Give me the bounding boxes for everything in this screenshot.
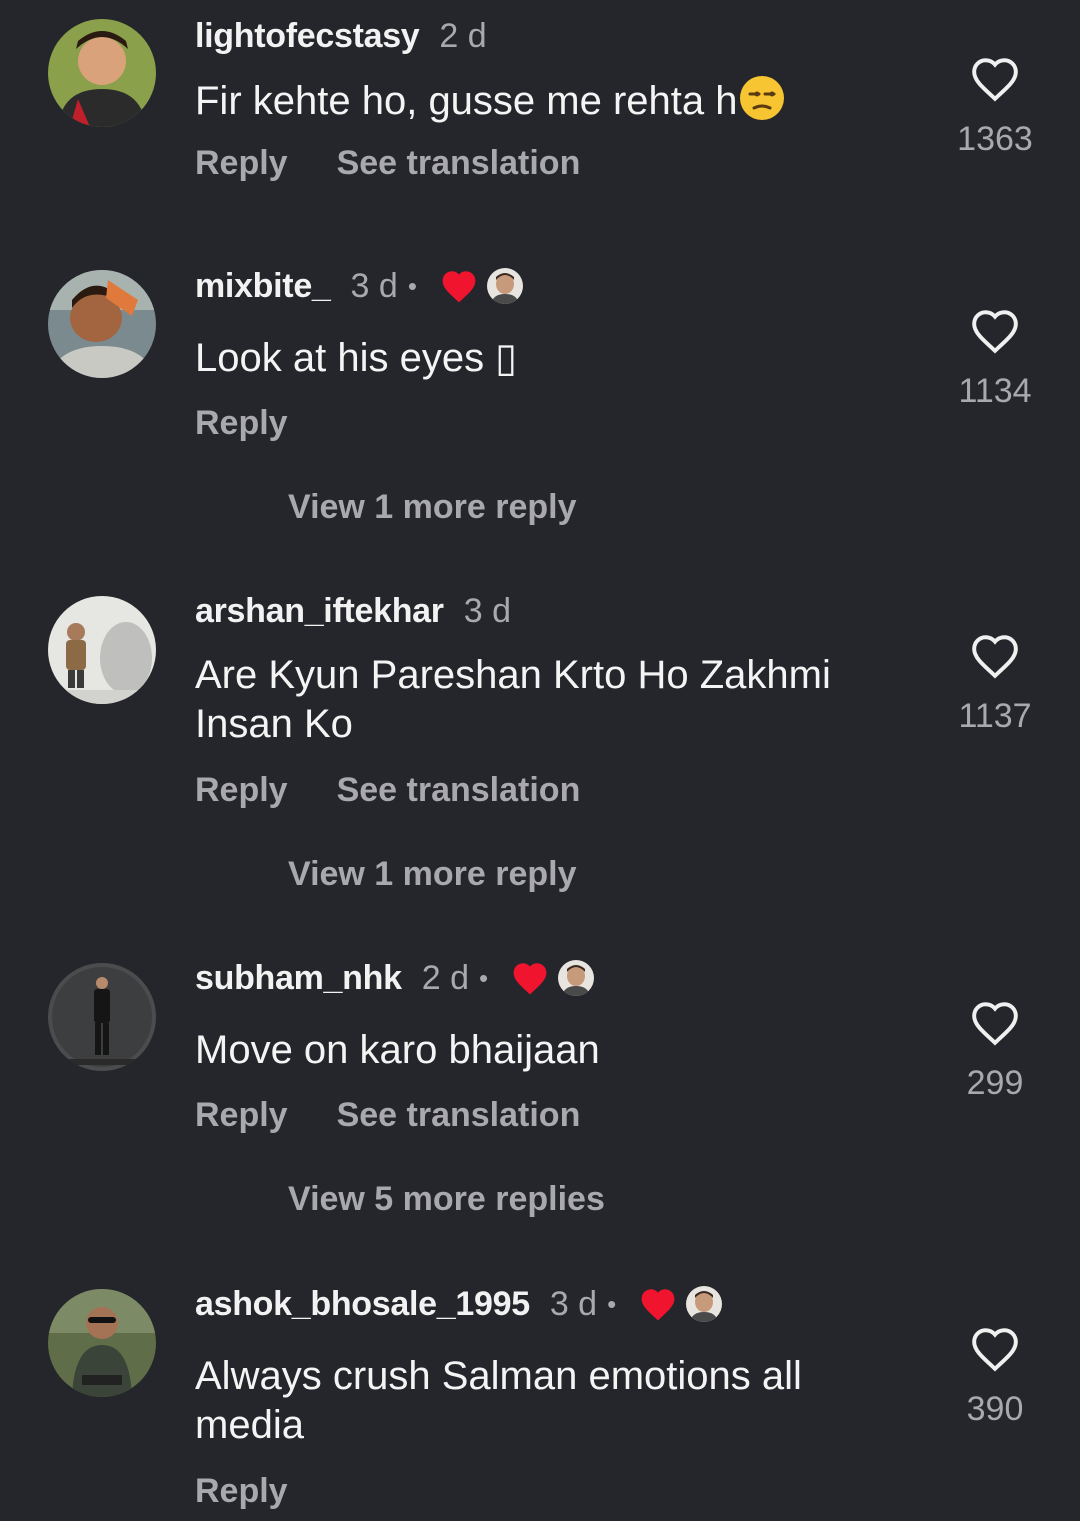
- like-control: 1363: [954, 56, 1036, 159]
- username[interactable]: ashok_bhosale_1995: [195, 1285, 530, 1324]
- like-control: 299: [954, 1000, 1036, 1103]
- like-control: 1134: [954, 308, 1036, 411]
- comment-header: mixbite_ 3 d •: [195, 266, 523, 306]
- comment-text: Always crush Salman emotions all media: [195, 1354, 802, 1447]
- unamused-face-emoji: [738, 74, 786, 122]
- reply-button[interactable]: Reply: [195, 404, 288, 443]
- heart-outline-icon[interactable]: [970, 1326, 1020, 1372]
- like-count: 1363: [957, 120, 1033, 158]
- username[interactable]: mixbite_: [195, 267, 331, 306]
- comment-actions: Reply: [195, 1472, 288, 1511]
- comment-actions: Reply See translation: [195, 771, 580, 810]
- like-count: 390: [966, 1390, 1024, 1428]
- heart-outline-icon[interactable]: [970, 1000, 1020, 1046]
- like-count: 1134: [958, 372, 1032, 410]
- avatar[interactable]: [48, 19, 156, 127]
- like-count: 1137: [958, 697, 1032, 735]
- reply-button[interactable]: Reply: [195, 1472, 288, 1511]
- comment-actions: Reply See translation: [195, 144, 580, 183]
- avatar[interactable]: [48, 963, 156, 1071]
- see-translation-button[interactable]: See translation: [337, 1096, 581, 1135]
- creator-avatar: [686, 1286, 723, 1322]
- red-heart-icon: [638, 1286, 678, 1322]
- view-more-replies-button[interactable]: View 1 more reply: [288, 855, 577, 894]
- comment-text: Look at his eyes ▯: [195, 336, 518, 380]
- comment-text: Move on karo bhaijaan: [195, 1028, 600, 1072]
- timestamp: 3 d: [350, 266, 398, 305]
- heart-outline-icon[interactable]: [970, 56, 1020, 102]
- view-more-replies-button[interactable]: View 5 more replies: [288, 1180, 605, 1219]
- heart-outline-icon[interactable]: [970, 308, 1020, 354]
- comment-actions: Reply See translation: [195, 1096, 580, 1135]
- avatar[interactable]: [48, 596, 156, 704]
- separator-dot: •: [607, 1288, 617, 1319]
- creator-avatar: [558, 960, 595, 996]
- like-control: 390: [954, 1326, 1036, 1429]
- like-control: 1137: [954, 633, 1036, 736]
- timestamp: 2 d: [439, 16, 487, 55]
- username[interactable]: lightofecstasy: [195, 17, 420, 56]
- separator-dot: •: [407, 270, 417, 301]
- heart-outline-icon[interactable]: [970, 633, 1020, 679]
- comment-header: ashok_bhosale_1995 3 d •: [195, 1284, 723, 1324]
- avatar[interactable]: [48, 270, 156, 378]
- comment-actions: Reply: [195, 404, 288, 443]
- username[interactable]: arshan_iftekhar: [195, 592, 444, 631]
- creator-avatar: [486, 268, 523, 304]
- reply-button[interactable]: Reply: [195, 771, 288, 810]
- comment-header: lightofecstasy 2 d: [195, 16, 487, 56]
- reply-button[interactable]: Reply: [195, 1096, 288, 1135]
- username[interactable]: subham_nhk: [195, 959, 402, 998]
- timestamp: 3 d: [463, 591, 511, 630]
- comment-text: Are Kyun Pareshan Krto Ho Zakhmi Insan K…: [195, 653, 831, 746]
- see-translation-button[interactable]: See translation: [337, 144, 581, 183]
- comment-text: Fir kehte ho, gusse me rehta h: [195, 74, 895, 126]
- reply-button[interactable]: Reply: [195, 144, 288, 183]
- red-heart-icon: [510, 960, 550, 996]
- like-count: 299: [966, 1064, 1024, 1102]
- timestamp: 3 d: [549, 1284, 598, 1323]
- red-heart-icon: [439, 268, 479, 304]
- timestamp: 2 d: [421, 958, 469, 997]
- avatar[interactable]: [48, 1289, 156, 1397]
- separator-dot: •: [478, 962, 489, 993]
- comment-header: subham_nhk 2 d •: [195, 958, 595, 998]
- comment-header: arshan_iftekhar 3 d: [195, 591, 511, 631]
- view-more-replies-button[interactable]: View 1 more reply: [288, 488, 577, 527]
- see-translation-button[interactable]: See translation: [337, 771, 581, 810]
